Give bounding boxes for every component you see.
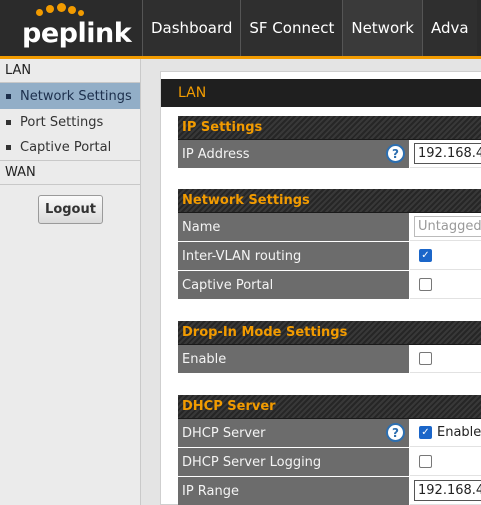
- tab-sf-connect[interactable]: SF Connect: [240, 0, 343, 56]
- inter-vlan-routing-checkbox[interactable]: ✓: [419, 249, 432, 262]
- field-label: DHCP Server ?: [178, 419, 410, 447]
- bullet-icon: [6, 119, 11, 125]
- inter-vlan-routing-row: Inter-VLAN routing ✓: [178, 242, 481, 271]
- field-label: IP Address ?: [178, 140, 410, 168]
- dhcp-logging-checkbox[interactable]: [419, 455, 432, 468]
- logo-dot: [78, 10, 84, 16]
- tab-advanced[interactable]: Adva: [421, 0, 477, 56]
- tab-dashboard[interactable]: Dashboard: [142, 0, 241, 56]
- dhcp-logging-row: DHCP Server Logging: [178, 448, 481, 477]
- name-row: Name: [178, 213, 481, 242]
- inter-vlan-routing-label: Inter-VLAN routing: [178, 242, 410, 270]
- drop-in-enable-checkbox[interactable]: [419, 352, 432, 365]
- name-input[interactable]: [414, 216, 481, 237]
- sidebar: LAN Network Settings Port Settings Capti…: [0, 59, 141, 505]
- field-value: ✓ Enable: [410, 419, 481, 447]
- sidebar-item-network-settings[interactable]: Network Settings: [0, 83, 140, 109]
- panel-header: DHCP Server: [178, 395, 481, 419]
- field-value: [410, 213, 481, 241]
- logo-dot: [36, 9, 43, 16]
- logo-dot: [57, 3, 66, 12]
- sidebar-item-label: Port Settings: [20, 114, 104, 130]
- field-value: ✓: [410, 242, 481, 270]
- field-value: [410, 477, 481, 505]
- sidebar-section-lan: LAN: [0, 59, 140, 83]
- field-value: [410, 140, 481, 168]
- help-icon[interactable]: ?: [386, 144, 405, 163]
- main-tabs: Dashboard SF Connect Network Adva: [142, 0, 477, 56]
- logout-button[interactable]: Logout: [38, 195, 103, 224]
- tab-network[interactable]: Network: [342, 0, 422, 56]
- panel-header: IP Settings: [178, 116, 481, 140]
- sidebar-item-port-settings[interactable]: Port Settings: [0, 109, 140, 135]
- dhcp-enable-label: Enable: [437, 425, 481, 440]
- captive-portal-row: Captive Portal: [178, 271, 481, 300]
- logo-text: peplink: [22, 18, 132, 49]
- dhcp-server-label: DHCP Server: [182, 425, 266, 441]
- enable-label: Enable: [178, 345, 410, 373]
- drop-in-mode-panel: Drop-In Mode Settings Enable: [178, 321, 481, 374]
- name-label: Name: [178, 213, 410, 241]
- dhcp-enable-checkbox[interactable]: ✓: [419, 426, 432, 439]
- drop-in-enable-row: Enable: [178, 345, 481, 374]
- logo-dot: [68, 6, 76, 14]
- top-navigation-bar: peplink Dashboard SF Connect Network Adv…: [0, 0, 481, 59]
- field-value: [410, 448, 481, 476]
- ip-range-row: IP Range: [178, 477, 481, 505]
- panel-header: Network Settings: [178, 189, 481, 213]
- ip-address-label: IP Address: [182, 146, 250, 162]
- peplink-logo[interactable]: peplink: [0, 0, 140, 56]
- help-icon[interactable]: ?: [386, 423, 405, 442]
- bullet-icon: [6, 145, 11, 150]
- field-value: [410, 271, 481, 299]
- dhcp-server-row: DHCP Server ? ✓ Enable: [178, 419, 481, 448]
- ip-address-row: IP Address ?: [178, 140, 481, 169]
- captive-portal-checkbox[interactable]: [419, 278, 432, 291]
- main-content: LAN IP Settings IP Address ? Network Set…: [160, 71, 481, 505]
- page-title: LAN: [161, 79, 481, 107]
- panel-header: Drop-In Mode Settings: [178, 321, 481, 345]
- ip-settings-panel: IP Settings IP Address ?: [178, 116, 481, 169]
- sidebar-section-wan[interactable]: WAN: [0, 161, 140, 185]
- field-value: [410, 345, 481, 373]
- dhcp-logging-label: DHCP Server Logging: [178, 448, 410, 476]
- ip-range-label: IP Range: [178, 477, 410, 505]
- captive-portal-label: Captive Portal: [178, 271, 410, 299]
- sidebar-item-label: Captive Portal: [20, 140, 112, 155]
- dhcp-server-panel: DHCP Server DHCP Server ? ✓ Enable DHCP …: [178, 395, 481, 505]
- logo-dot: [46, 5, 54, 13]
- ip-range-start-input[interactable]: [414, 480, 481, 501]
- sidebar-item-captive-portal[interactable]: Captive Portal: [0, 135, 140, 161]
- network-settings-panel: Network Settings Name Inter-VLAN routing…: [178, 189, 481, 300]
- bullet-icon: [6, 93, 11, 99]
- ip-address-input[interactable]: [414, 143, 481, 164]
- sidebar-item-label: Network Settings: [20, 88, 132, 104]
